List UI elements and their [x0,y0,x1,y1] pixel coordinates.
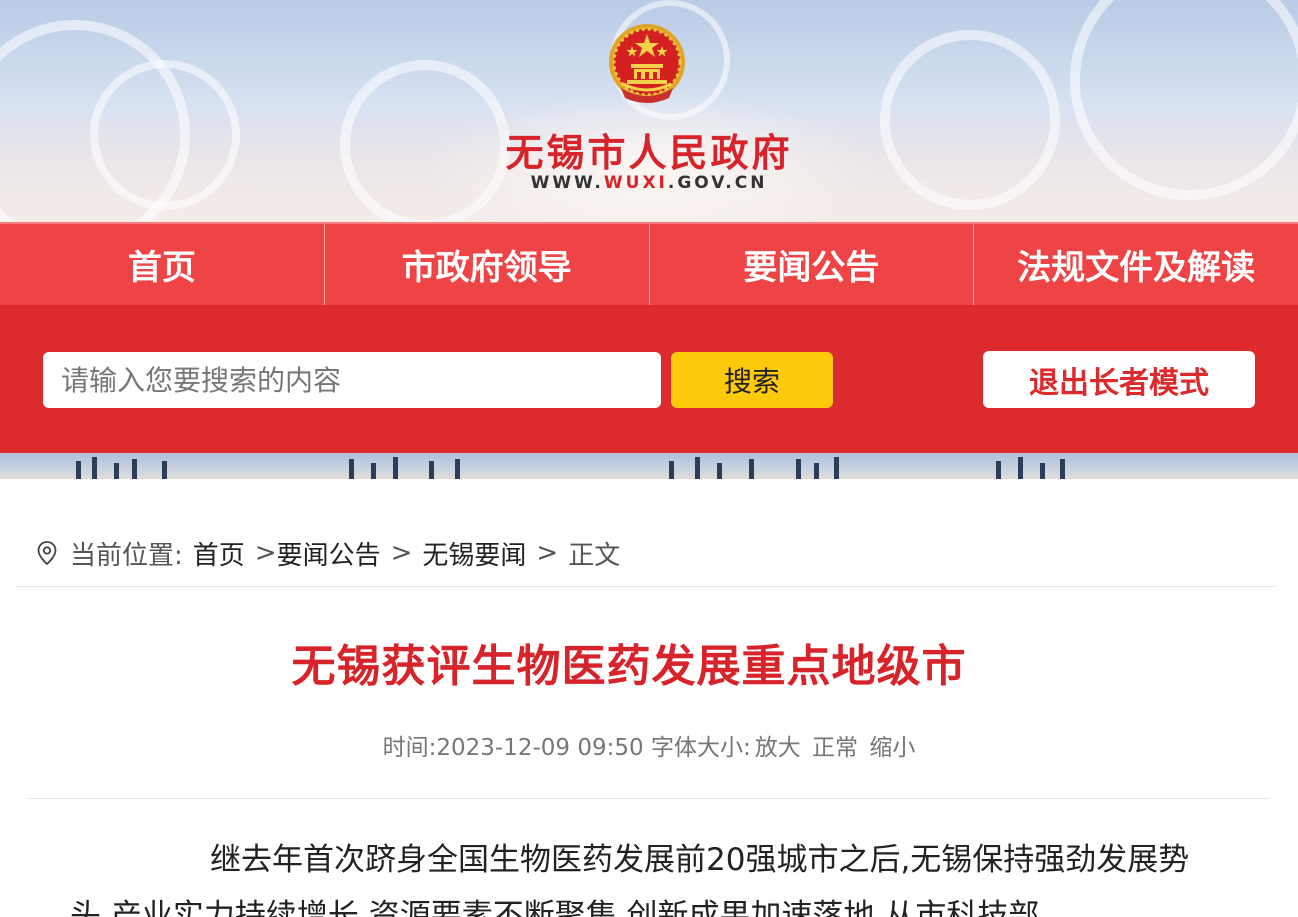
exit-elder-mode-button[interactable]: 退出长者模式 [983,351,1255,408]
flag-mast-decoration [990,457,1110,479]
banner-photo-strip [0,453,1298,479]
breadcrumb-item-news[interactable]: 要闻公告 [277,535,381,572]
divider [16,586,1276,587]
nav-item-home[interactable]: 首页 [0,224,325,305]
font-size-normal-button[interactable]: 正常 [812,735,858,761]
breadcrumb-item-current: 正文 [568,540,621,571]
font-size-enlarge-button[interactable]: 放大 [755,735,801,761]
article-body: 继去年首次跻身全国生物医药发展前20强城市之后,无锡保持强劲发展势头,产业实力持… [70,842,1190,917]
nav-item-news[interactable]: 要闻公告 [650,224,975,305]
divider [28,798,1270,799]
flag-mast-decoration [70,457,190,479]
breadcrumb: 当前位置: 首页 > 要闻公告 > 无锡要闻 > 正文 [36,533,620,573]
nav-item-leaders[interactable]: 市政府领导 [325,224,650,305]
location-pin-icon [37,541,57,566]
breadcrumb-item-home[interactable]: 首页 [193,535,245,572]
header-banner: 无锡市人民政府 WWW.WUXI.GOV.CN [0,0,1298,222]
site-url: WWW.WUXI.GOV.CN [0,173,1298,193]
site-title: 无锡市人民政府 [505,131,793,175]
flag-mast-decoration [665,457,785,479]
flag-mast-decoration [345,457,465,479]
main-nav: 首页 市政府领导 要闻公告 法规文件及解读 [0,222,1298,305]
font-size-shrink-button[interactable]: 缩小 [869,735,915,761]
search-input[interactable] [43,352,661,408]
publish-time: 2023-12-09 09:50 [436,735,644,761]
breadcrumb-separator: > [254,538,277,568]
site-url-highlight: WUXI [603,173,668,193]
search-button[interactable]: 搜索 [671,352,833,408]
breadcrumb-item-wuxi-news[interactable]: 无锡要闻 [422,535,526,572]
site-url-suffix: .GOV.CN [667,173,768,193]
search-band: 搜索 退出长者模式 [0,305,1298,453]
article-meta: 时间:2023-12-09 09:50 字体大小: 放大 正常 缩小 [0,728,1298,762]
nav-item-regulations[interactable]: 法规文件及解读 [974,224,1298,305]
font-size-label: 字体大小: [650,735,751,761]
flag-mast-decoration [790,457,910,479]
time-label: 时间: [382,735,437,761]
breadcrumb-separator: > [536,538,559,568]
article-title: 无锡获评生物医药发展重点地级市 [291,641,967,692]
site-url-prefix: WWW. [530,173,604,193]
national-emblem-icon [609,24,685,103]
breadcrumb-label: 当前位置: [70,540,183,571]
breadcrumb-separator: > [390,538,413,568]
